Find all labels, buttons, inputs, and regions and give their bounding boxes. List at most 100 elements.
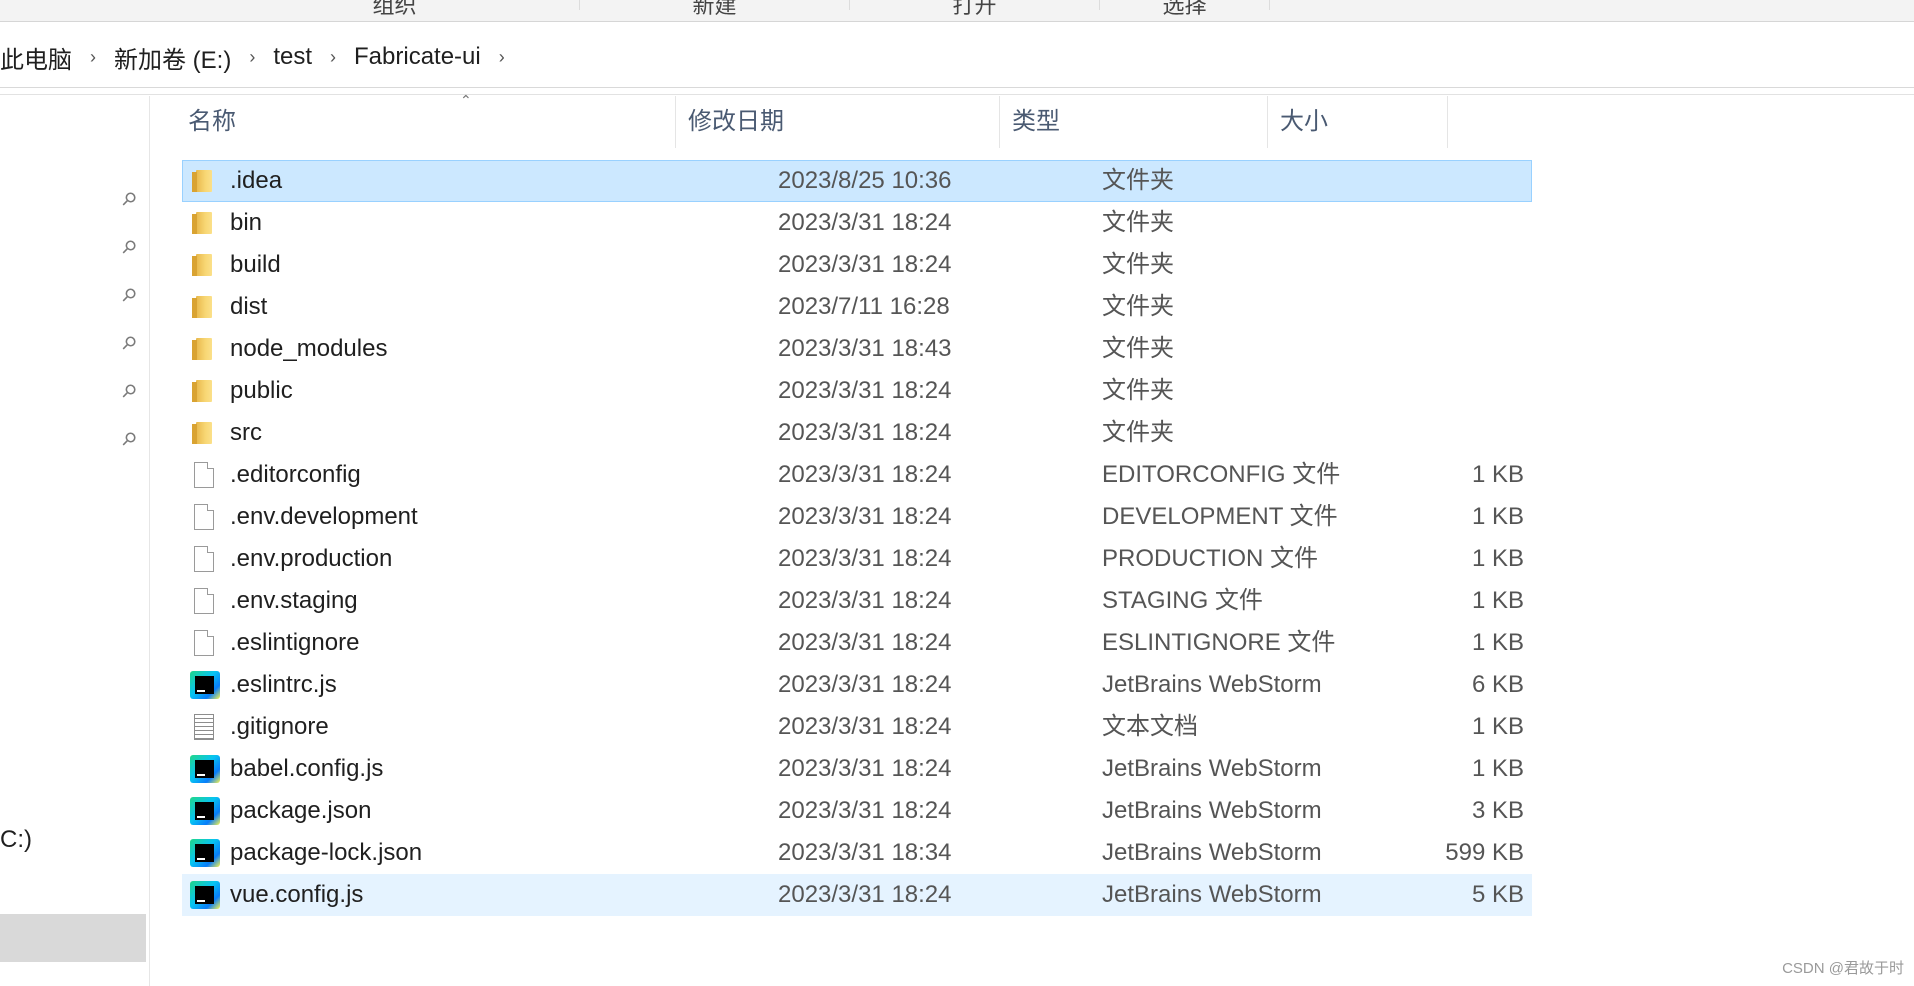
column-header-size[interactable]: 大小	[1268, 96, 1448, 148]
file-row[interactable]: .editorconfig 2023/3/31 18:24 EDITORCONFIG…	[182, 454, 1532, 496]
file-icon	[190, 496, 222, 538]
ribbon-group-open[interactable]: 打开	[850, 0, 1100, 18]
divider	[0, 94, 1914, 95]
navigation-pane: ⚲ ⚲ ⚲ ⚲ ⚲ ⚲ C:)	[0, 96, 150, 986]
file-size	[1382, 160, 1524, 202]
file-size: 1 KB	[1471, 755, 1524, 782]
file-size: 1 KB	[1471, 461, 1524, 488]
file-name: .env.production	[230, 545, 393, 572]
file-modified-date: 2023/3/31 18:24	[778, 377, 952, 404]
address-bar[interactable]: 此电脑 › 新加卷 (E:) › test › Fabricate-ui ›	[0, 24, 1914, 88]
file-list: .idea 2023/8/25 10:36 文件夹 bin 2023/3/31 18:2…	[182, 160, 1532, 916]
file-row[interactable]: build 2023/3/31 18:24 文件夹	[182, 244, 1532, 286]
file-row[interactable]: .eslintrc.js 2023/3/31 18:24 JetBrains Web…	[182, 664, 1532, 706]
file-row[interactable]: .env.production 2023/3/31 18:24 PRODUCTION…	[182, 538, 1532, 580]
file-type: STAGING 文件	[1102, 587, 1263, 614]
nav-item-selected[interactable]	[0, 914, 146, 962]
webstorm-icon	[190, 748, 222, 790]
text-file-icon	[190, 706, 222, 748]
ribbon-group-new[interactable]: 新建	[580, 0, 850, 18]
pin-icon[interactable]: ⚲	[113, 423, 144, 454]
ribbon-group-organize[interactable]: 组织	[210, 0, 580, 18]
file-row[interactable]: node_modules 2023/3/31 18:43 文件夹	[182, 328, 1532, 370]
file-type: 文件夹	[1102, 209, 1174, 236]
file-name: babel.config.js	[230, 755, 384, 782]
file-name: .eslintignore	[230, 629, 360, 656]
pin-icon[interactable]: ⚲	[113, 279, 144, 310]
file-size: 1 KB	[1471, 545, 1524, 572]
column-header-date[interactable]: 修改日期	[676, 96, 1000, 148]
file-row[interactable]: .eslintignore 2023/3/31 18:24 ESLINTIGNORE…	[182, 622, 1532, 664]
file-size	[1382, 412, 1524, 454]
folder-icon	[190, 286, 222, 328]
file-type: PRODUCTION 文件	[1102, 545, 1318, 572]
file-row[interactable]: .env.staging 2023/3/31 18:24 STAGING 文件 1 K…	[182, 580, 1532, 622]
file-name: node_modules	[230, 335, 388, 362]
file-type: 文件夹	[1102, 251, 1174, 278]
file-size: 1 KB	[1471, 713, 1524, 740]
file-modified-date: 2023/3/31 18:24	[778, 587, 952, 614]
folder-icon	[190, 160, 222, 202]
file-modified-date: 2023/3/31 18:24	[778, 671, 952, 698]
file-row[interactable]: dist 2023/7/11 16:28 文件夹	[182, 286, 1532, 328]
file-name: package-lock.json	[230, 839, 423, 866]
file-modified-date: 2023/7/11 16:28	[778, 293, 950, 320]
file-type: JetBrains WebStorm	[1102, 797, 1322, 824]
webstorm-icon	[190, 664, 222, 706]
file-modified-date: 2023/3/31 18:24	[778, 797, 952, 824]
pin-icon[interactable]: ⚲	[113, 327, 144, 358]
breadcrumb-item-fabricate-ui[interactable]: Fabricate-ui	[350, 43, 485, 71]
file-modified-date: 2023/3/31 18:24	[778, 881, 952, 908]
nav-item-drive-c[interactable]: C:)	[0, 826, 32, 854]
pin-icon[interactable]: ⚲	[113, 183, 144, 214]
folder-icon	[190, 202, 222, 244]
chevron-right-icon[interactable]: ›	[316, 47, 350, 68]
file-name: public	[230, 377, 293, 404]
webstorm-icon	[190, 790, 222, 832]
file-modified-date: 2023/3/31 18:24	[778, 461, 952, 488]
file-icon	[190, 622, 222, 664]
chevron-right-icon[interactable]: ›	[235, 47, 269, 68]
file-row[interactable]: public 2023/3/31 18:24 文件夹	[182, 370, 1532, 412]
folder-icon	[190, 328, 222, 370]
file-name: build	[230, 251, 281, 278]
file-size	[1382, 328, 1524, 370]
breadcrumb-item-drive-e[interactable]: 新加卷 (E:)	[110, 40, 235, 75]
pin-icon[interactable]: ⚲	[113, 375, 144, 406]
file-type: 文件夹	[1102, 335, 1174, 362]
file-modified-date: 2023/3/31 18:24	[778, 629, 952, 656]
file-row[interactable]: bin 2023/3/31 18:24 文件夹	[182, 202, 1532, 244]
file-type: 文件夹	[1102, 377, 1174, 404]
file-type: 文本文档	[1102, 713, 1198, 740]
file-type: EDITORCONFIG 文件	[1102, 461, 1341, 488]
ribbon-group-select[interactable]: 选择	[1100, 0, 1270, 18]
file-size	[1382, 286, 1524, 328]
file-name: package.json	[230, 797, 372, 824]
breadcrumb-item-test[interactable]: test	[269, 43, 316, 71]
chevron-right-icon[interactable]: ›	[485, 47, 519, 68]
file-modified-date: 2023/3/31 18:24	[778, 251, 952, 278]
pin-icon[interactable]: ⚲	[113, 231, 144, 262]
file-size: 6 KB	[1471, 671, 1524, 698]
breadcrumb-item-this-pc[interactable]: 此电脑	[0, 40, 76, 75]
file-row[interactable]: src 2023/3/31 18:24 文件夹	[182, 412, 1532, 454]
file-icon	[190, 454, 222, 496]
column-header-row: ⌃ 名称 修改日期 类型 大小	[150, 92, 1540, 148]
file-row[interactable]: vue.config.js 2023/3/31 18:24 JetBrains We…	[182, 874, 1532, 916]
file-row[interactable]: .idea 2023/8/25 10:36 文件夹	[182, 160, 1532, 202]
file-name: dist	[230, 293, 268, 320]
file-name: .eslintrc.js	[230, 671, 337, 698]
file-modified-date: 2023/8/25 10:36	[778, 167, 952, 194]
file-row[interactable]: .env.development 2023/3/31 18:24 DEVELOPME…	[182, 496, 1532, 538]
column-header-type[interactable]: 类型	[1000, 96, 1268, 148]
file-modified-date: 2023/3/31 18:24	[778, 419, 952, 446]
chevron-right-icon[interactable]: ›	[76, 47, 110, 68]
file-name: .idea	[230, 167, 283, 194]
file-size: 1 KB	[1471, 587, 1524, 614]
file-row[interactable]: package-lock.json 2023/3/31 18:34 JetBrain…	[182, 832, 1532, 874]
file-row[interactable]: .gitignore 2023/3/31 18:24 文本文档 1 KB	[182, 706, 1532, 748]
file-size: 5 KB	[1471, 881, 1524, 908]
file-row[interactable]: package.json 2023/3/31 18:24 JetBrains Web…	[182, 790, 1532, 832]
file-row[interactable]: babel.config.js 2023/3/31 18:24 JetBrains …	[182, 748, 1532, 790]
column-header-name[interactable]: 名称	[176, 96, 676, 148]
